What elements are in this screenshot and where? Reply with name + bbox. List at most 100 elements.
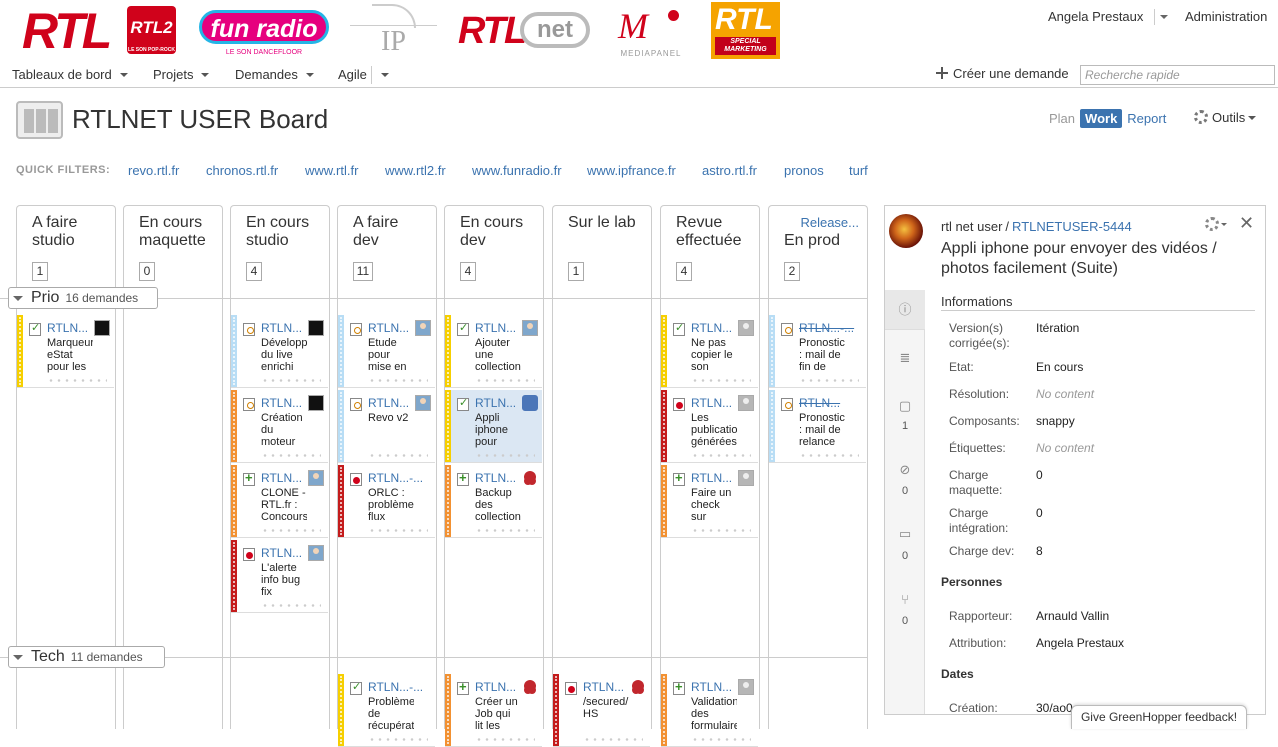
issue-card[interactable]: RTLN... Faire un check sur bbox=[661, 465, 758, 538]
issue-card[interactable]: RTLN... Appli iphone pour bbox=[445, 390, 542, 463]
rtlnet-logo[interactable]: RTL net bbox=[458, 8, 592, 54]
issue-card[interactable]: RTLN... /secured/ HS bbox=[553, 674, 650, 747]
issue-key-link[interactable]: RTLN... bbox=[691, 396, 732, 410]
quick-filter-astro[interactable]: astro.rtl.fr bbox=[702, 163, 757, 178]
swimlane-header[interactable]: Prio 16 demandes bbox=[8, 287, 158, 309]
quick-filter-rtl2[interactable]: www.rtl2.fr bbox=[385, 163, 446, 178]
issue-card[interactable]: RTLN... Créer un Job qui lit les bbox=[445, 674, 542, 747]
ip-logo[interactable]: IP bbox=[350, 4, 437, 60]
swimlane-header[interactable]: Tech 11 demandes bbox=[8, 646, 165, 668]
newf-type-icon bbox=[243, 470, 255, 486]
description-icon[interactable]: ≣ bbox=[897, 350, 913, 366]
task-type-icon bbox=[781, 323, 793, 336]
plan-mode-button[interactable]: Plan bbox=[1044, 109, 1080, 128]
issue-key-link[interactable]: RTLN...-... bbox=[368, 471, 423, 485]
quick-filter-pronos[interactable]: pronos bbox=[784, 163, 824, 178]
special-marketing-logo[interactable]: RTL SPECIAL MARKETING bbox=[711, 2, 780, 59]
field-value[interactable]: Arnauld Vallin bbox=[1036, 609, 1109, 624]
comment-icon[interactable]: ▢ bbox=[897, 398, 913, 414]
subtasks-icon[interactable]: ▭ bbox=[897, 526, 913, 542]
issue-key-link[interactable]: RTLN... bbox=[261, 471, 302, 485]
release-link[interactable]: Release... bbox=[800, 215, 859, 230]
field-value[interactable]: 8 bbox=[1036, 544, 1043, 559]
report-mode-button[interactable]: Report bbox=[1122, 109, 1171, 128]
quick-filter-revo[interactable]: revo.rtl.fr bbox=[128, 163, 179, 178]
quick-filter-turf[interactable]: turf bbox=[849, 163, 868, 178]
issue-card[interactable]: RTLN... L'alerte info bug fix bbox=[231, 540, 328, 613]
issue-card[interactable]: RTLN... CLONE - RTL.fr : Concours bbox=[231, 465, 328, 538]
issue-key-link[interactable]: RTLN... bbox=[691, 680, 732, 694]
nav-issues[interactable]: Demandes bbox=[235, 67, 314, 82]
nav-dashboards[interactable]: Tableaux de bord bbox=[12, 67, 128, 82]
issue-key-link[interactable]: RTLN... bbox=[475, 321, 516, 335]
issue-key-link[interactable]: RTLN... bbox=[261, 321, 302, 335]
issue-key-link[interactable]: RTLN... bbox=[368, 321, 409, 335]
issue-card[interactable]: RTLN... Revo v2 bbox=[338, 390, 435, 463]
greenhopper-feedback-button[interactable]: Give GreenHopper feedback! bbox=[1071, 705, 1247, 729]
issue-key-link[interactable]: RTLN... bbox=[799, 396, 840, 410]
field-value[interactable]: 0 bbox=[1036, 506, 1043, 521]
issue-card[interactable]: RTLN...-... Problème de récupération bbox=[338, 674, 435, 747]
rtl2-logo[interactable]: RTL2 LE SON POP-ROCK bbox=[127, 6, 176, 54]
field-value[interactable]: 0 bbox=[1036, 468, 1043, 483]
field-value[interactable]: Itération bbox=[1036, 321, 1079, 336]
administration-link[interactable]: Administration bbox=[1185, 9, 1267, 24]
rtl-logo[interactable]: RTL bbox=[22, 2, 112, 60]
issue-card[interactable]: RTLN... Backup des collection bbox=[445, 465, 542, 538]
commits-icon[interactable]: ⑂ bbox=[897, 592, 913, 608]
tools-menu[interactable]: Outils bbox=[1194, 110, 1257, 125]
issue-key-link[interactable]: RTLN...-... bbox=[799, 321, 854, 335]
issue-card[interactable]: RTLN... Création du moteur bbox=[231, 390, 328, 463]
issue-card[interactable]: RTLN...-... ORLC : problème flux bbox=[338, 465, 435, 538]
quick-filter-rtl[interactable]: www.rtl.fr bbox=[305, 163, 358, 178]
quick-filter-ipfrance[interactable]: www.ipfrance.fr bbox=[587, 163, 676, 178]
issue-key-link[interactable]: RTLN...-... bbox=[368, 680, 423, 694]
issue-key-link[interactable]: RTLN... bbox=[368, 396, 409, 410]
field-value[interactable]: snappy bbox=[1036, 414, 1075, 429]
attachment-icon[interactable]: ⊘ bbox=[897, 462, 913, 478]
issue-key-link[interactable]: RTLN... bbox=[691, 471, 732, 485]
issue-card[interactable]: RTLN... Développement du live enrichi bbox=[231, 315, 328, 388]
gear-icon[interactable] bbox=[1205, 217, 1219, 231]
nav-projects[interactable]: Projets bbox=[153, 67, 210, 82]
assignee-avatar bbox=[738, 320, 754, 336]
field-value[interactable]: Angela Prestaux bbox=[1036, 636, 1124, 651]
info-icon[interactable]: ⓘ bbox=[897, 302, 913, 318]
issue-card[interactable]: RTLN... Ne pas copier le son bbox=[661, 315, 758, 388]
issue-card[interactable]: RTLN... Ajouter une collection bbox=[445, 315, 542, 388]
issue-card[interactable]: RTLN... Validation des formulaires bbox=[661, 674, 758, 747]
nav-agile[interactable]: Agile bbox=[338, 67, 389, 82]
issue-card[interactable]: RTLN... Pronostic : mail de relance bbox=[769, 390, 866, 463]
issue-key-link[interactable]: RTLNETUSER-5444 bbox=[1012, 219, 1132, 234]
issue-card[interactable]: RTLN... Etude pour mise en bbox=[338, 315, 435, 388]
issue-key-link[interactable]: RTLN... bbox=[691, 321, 732, 335]
funradio-logo[interactable]: fun radio LE SON DANCEFLOOR bbox=[199, 6, 329, 56]
issue-key-link[interactable]: RTLN... bbox=[261, 546, 302, 560]
issue-card[interactable]: RTLN... Marqueur eStat pour les bbox=[17, 315, 114, 388]
issue-key-link[interactable]: RTLN... bbox=[47, 321, 88, 335]
issue-key-link[interactable]: RTLN... bbox=[475, 396, 516, 410]
issue-key-link[interactable]: RTLN... bbox=[583, 680, 624, 694]
user-menu[interactable]: Angela Prestaux bbox=[1048, 9, 1143, 24]
field-label: Version(s) corrigée(s): bbox=[949, 321, 1010, 350]
mediapanel-logo[interactable]: M MEDIAPANEL bbox=[614, 4, 688, 58]
issue-key-link[interactable]: RTLN... bbox=[475, 471, 516, 485]
field-value[interactable]: No content bbox=[1036, 441, 1094, 456]
column-header: En cours studio bbox=[246, 214, 309, 250]
issue-key-link[interactable]: RTLN... bbox=[261, 396, 302, 410]
issue-key-link[interactable]: RTLN... bbox=[475, 680, 516, 694]
issue-summary: Etude pour mise en bbox=[368, 337, 407, 373]
create-issue-button[interactable]: Créer une demande bbox=[936, 66, 1069, 81]
quick-search-input[interactable] bbox=[1080, 65, 1275, 85]
issue-card[interactable]: RTLN... Les publications générées bbox=[661, 390, 758, 463]
issue-card[interactable]: RTLN...-... Pronostics : mail de fin de m… bbox=[769, 315, 866, 388]
quick-filter-funradio[interactable]: www.funradio.fr bbox=[472, 163, 562, 178]
field-value[interactable]: En cours bbox=[1036, 360, 1083, 375]
user-menu-chevron-down-icon[interactable] bbox=[1154, 9, 1168, 25]
chevron-down-icon[interactable] bbox=[1221, 223, 1227, 229]
field-value[interactable]: No content bbox=[1036, 387, 1094, 402]
close-icon[interactable]: ✕ bbox=[1239, 214, 1254, 232]
quick-filter-chronos[interactable]: chronos.rtl.fr bbox=[206, 163, 278, 178]
work-mode-button[interactable]: Work bbox=[1080, 109, 1123, 128]
column-issue-count: 11 bbox=[353, 262, 373, 281]
